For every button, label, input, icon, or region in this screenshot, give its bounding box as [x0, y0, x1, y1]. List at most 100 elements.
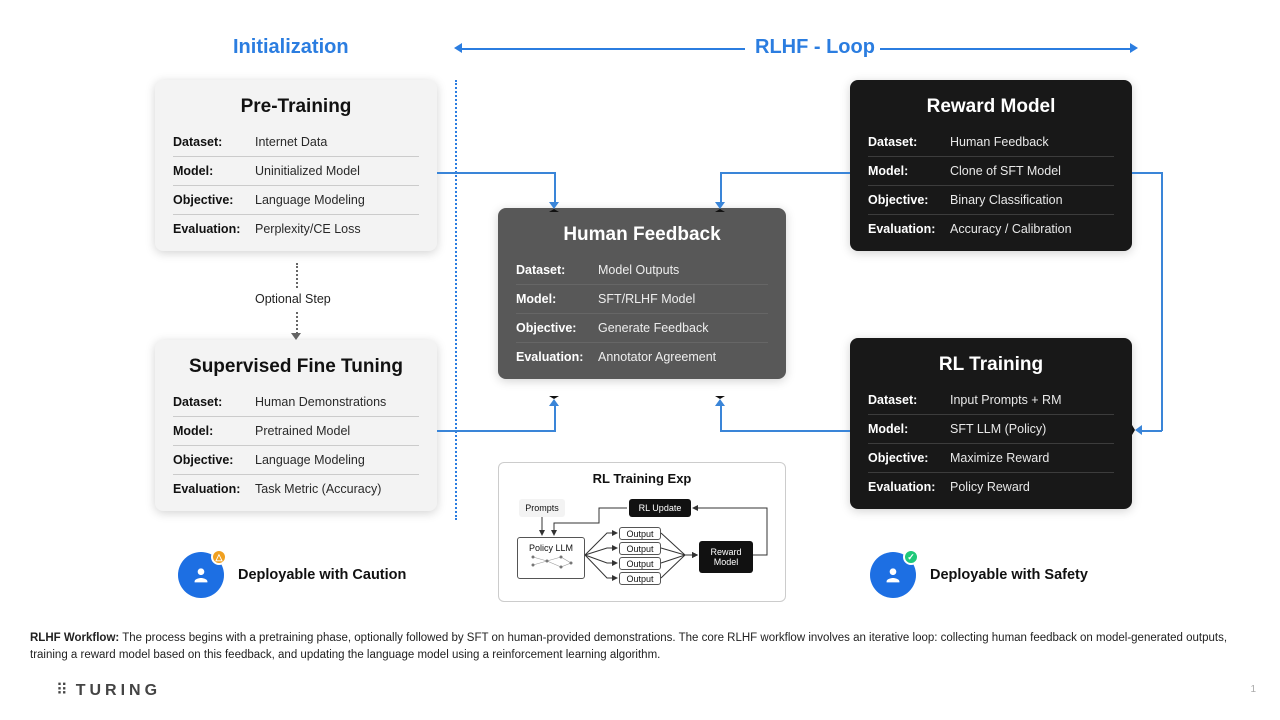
edge-rm-rl-h1 — [1132, 172, 1162, 174]
edge-hf-rl-cap — [715, 396, 725, 406]
row-key: Objective: — [173, 193, 255, 207]
card-sft: Supervised Fine Tuning Dataset:Human Dem… — [155, 340, 437, 511]
row-val: Accuracy / Calibration — [950, 222, 1114, 236]
edge-pre-to-hf-v — [554, 172, 556, 204]
badge-caution: △ Deployable with Caution — [178, 552, 406, 598]
page-number: 1 — [1250, 684, 1256, 695]
mini-output: Output — [619, 557, 661, 570]
footer-text: The process begins with a pretraining ph… — [30, 632, 1227, 661]
row-val: Pretrained Model — [255, 424, 419, 438]
loop-rule-left-cap — [454, 43, 462, 53]
row-val: Policy Reward — [950, 480, 1114, 494]
row-key: Model: — [173, 424, 255, 438]
group-icon: △ — [178, 552, 224, 598]
mini-output: Output — [619, 542, 661, 555]
row-val: Clone of SFT Model — [950, 164, 1114, 178]
row-key: Model: — [173, 164, 255, 178]
card-title: RL Training — [868, 354, 1114, 376]
row-key: Evaluation: — [868, 480, 950, 494]
row-val: Task Metric (Accuracy) — [255, 482, 419, 496]
row-key: Dataset: — [516, 263, 598, 277]
row-val: Input Prompts + RM — [950, 393, 1114, 407]
section-rlhf-loop: RLHF - Loop — [755, 36, 875, 59]
row-val: SFT LLM (Policy) — [950, 422, 1114, 436]
row-key: Dataset: — [868, 393, 950, 407]
optional-dots-bottom — [296, 312, 298, 334]
network-icon — [527, 553, 575, 573]
optional-arrowhead — [291, 333, 301, 340]
row-key: Evaluation: — [516, 350, 598, 364]
row-val: Uninitialized Model — [255, 164, 419, 178]
mini-policy-label: Policy LLM — [529, 543, 573, 553]
phase-divider — [455, 80, 457, 520]
edge-hf-rl-v — [720, 402, 722, 432]
edge-pre-to-hf-cap — [549, 202, 559, 212]
row-val: Human Feedback — [950, 135, 1114, 149]
badge-caution-text: Deployable with Caution — [238, 567, 406, 583]
mini-rl-update: RL Update — [629, 499, 691, 517]
edge-pre-to-hf-h — [437, 172, 555, 174]
optional-dots-top — [296, 263, 298, 288]
card-rl-training: RL Training Dataset:Input Prompts + RM M… — [850, 338, 1132, 509]
turing-mark-icon: ⠿ — [56, 682, 68, 699]
card-title: Supervised Fine Tuning — [173, 356, 419, 378]
card-title: Pre-Training — [173, 96, 419, 118]
turing-logo: ⠿ TURING — [56, 680, 161, 700]
badge-safety: ✓ Deployable with Safety — [870, 552, 1088, 598]
card-human-feedback: Human Feedback Dataset:Model Outputs Mod… — [498, 208, 786, 379]
row-key: Objective: — [868, 193, 950, 207]
row-val: Perplexity/CE Loss — [255, 222, 419, 236]
row-val: Model Outputs — [598, 263, 768, 277]
row-val: Language Modeling — [255, 453, 419, 467]
card-pretraining: Pre-Training Dataset:Internet Data Model… — [155, 80, 437, 251]
mini-policy-llm: Policy LLM — [517, 537, 585, 579]
row-val: Binary Classification — [950, 193, 1114, 207]
edge-hf-rl-h — [720, 430, 850, 432]
mini-output: Output — [619, 527, 661, 540]
footer-caption: RLHF Workflow: The process begins with a… — [30, 630, 1250, 665]
row-val: Maximize Reward — [950, 451, 1114, 465]
row-key: Objective: — [868, 451, 950, 465]
row-key: Model: — [868, 422, 950, 436]
mini-reward-model: Reward Model — [699, 541, 753, 573]
row-key: Dataset: — [868, 135, 950, 149]
edge-hf-rm-h — [720, 172, 850, 174]
edge-sft-to-hf-h — [437, 430, 555, 432]
footer-label: RLHF Workflow: — [30, 632, 119, 644]
row-key: Evaluation: — [173, 222, 255, 236]
row-key: Model: — [516, 292, 598, 306]
edge-sft-to-hf-v — [554, 402, 556, 432]
mini-rl-exp: RL Training Exp Prompts Policy LLM RL Up… — [498, 462, 786, 602]
row-val: Internet Data — [255, 135, 419, 149]
check-pip-icon: ✓ — [903, 549, 919, 565]
row-key: Evaluation: — [173, 482, 255, 496]
mini-prompts: Prompts — [519, 499, 565, 517]
optional-step-label: Optional Step — [255, 292, 331, 306]
loop-rule-left — [460, 48, 745, 50]
edge-sft-to-hf-cap — [549, 396, 559, 406]
card-title: Reward Model — [868, 96, 1114, 118]
edge-hf-rm-v — [720, 172, 722, 204]
row-key: Objective: — [516, 321, 598, 335]
row-val: Generate Feedback — [598, 321, 768, 335]
loop-rule-right — [880, 48, 1130, 50]
row-key: Model: — [868, 164, 950, 178]
edge-hf-rm-cap — [715, 202, 725, 212]
card-reward-model: Reward Model Dataset:Human Feedback Mode… — [850, 80, 1132, 251]
row-val: Annotator Agreement — [598, 350, 768, 364]
group-icon: ✓ — [870, 552, 916, 598]
section-initialization: Initialization — [233, 36, 349, 59]
row-key: Dataset: — [173, 395, 255, 409]
badge-safety-text: Deployable with Safety — [930, 567, 1088, 583]
edge-rm-rl-cap — [1132, 425, 1142, 435]
warning-pip-icon: △ — [211, 549, 227, 565]
row-val: SFT/RLHF Model — [598, 292, 768, 306]
mini-output: Output — [619, 572, 661, 585]
loop-rule-right-cap — [1130, 43, 1138, 53]
row-val: Human Demonstrations — [255, 395, 419, 409]
row-key: Objective: — [173, 453, 255, 467]
card-title: Human Feedback — [516, 224, 768, 246]
mini-title: RL Training Exp — [499, 463, 785, 488]
row-key: Dataset: — [173, 135, 255, 149]
turing-wordmark: TURING — [76, 682, 161, 699]
